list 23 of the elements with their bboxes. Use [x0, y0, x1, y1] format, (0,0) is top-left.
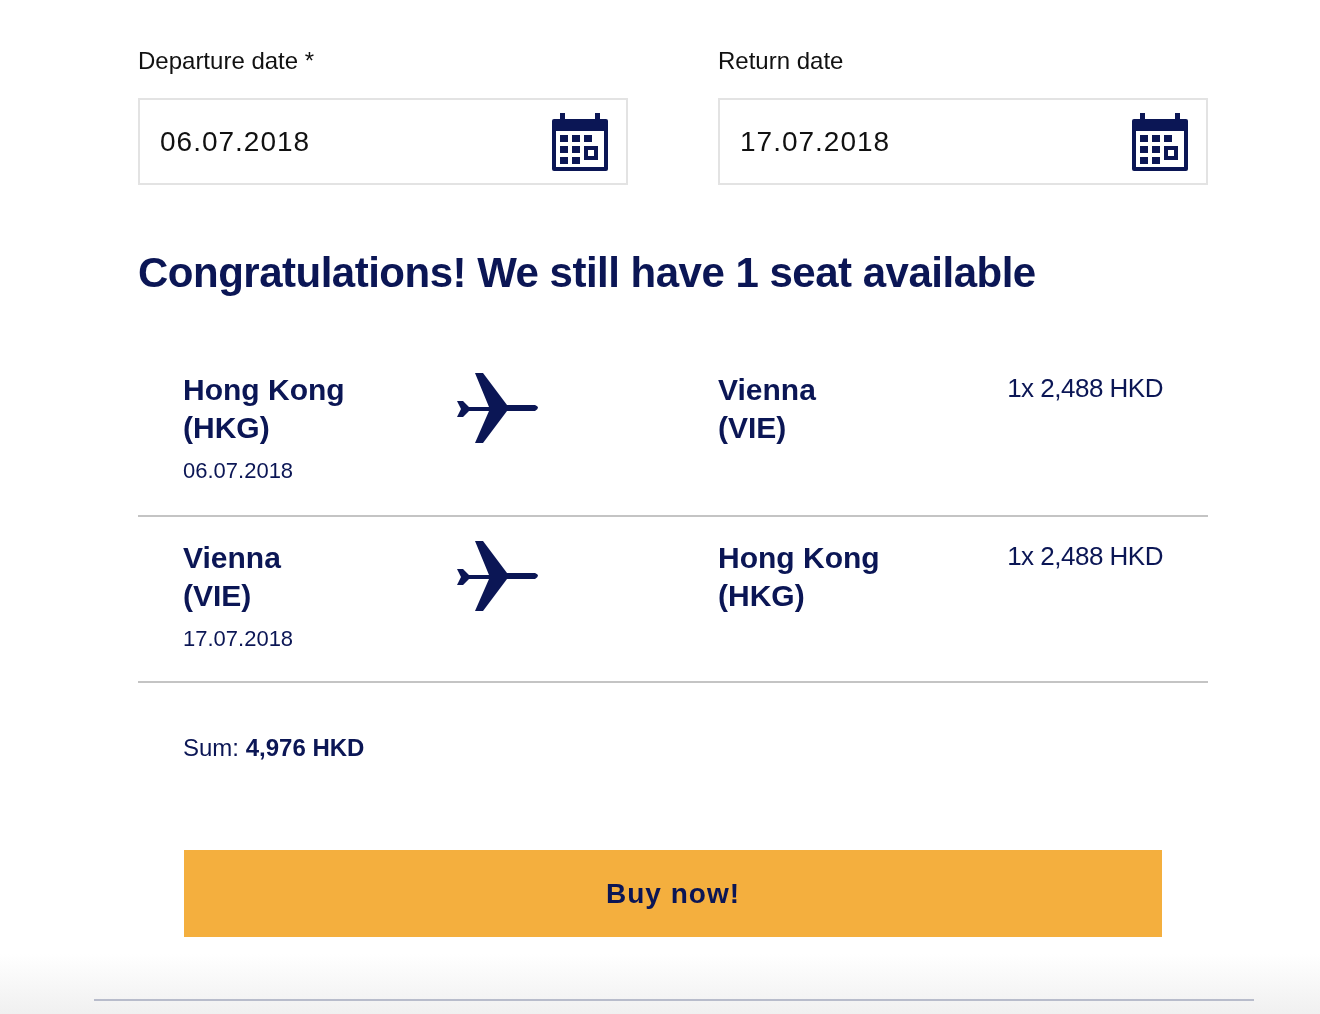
airport-code: (HKG): [183, 410, 270, 446]
airplane-icon: [455, 371, 541, 445]
city-name: Hong Kong: [718, 540, 880, 576]
flight-date: 06.07.2018: [183, 457, 294, 485]
city-name: Hong Kong: [183, 372, 345, 408]
calendar-icon[interactable]: [1132, 112, 1188, 171]
city-name: Vienna: [718, 372, 816, 408]
flight-date: 17.07.2018: [183, 625, 294, 653]
price: 1x 2,488 HKD: [1007, 372, 1163, 405]
airport-code: (VIE): [718, 410, 787, 446]
date-field[interactable]: 06.07.2018: [138, 98, 628, 185]
field-label: Return date: [718, 46, 844, 76]
buy-button[interactable]: Buy now!: [184, 850, 1162, 937]
date-field[interactable]: 17.07.2018: [718, 98, 1208, 185]
city-name: Vienna: [183, 540, 281, 576]
calendar-icon[interactable]: [552, 112, 608, 171]
field-label: Departure date *: [138, 46, 315, 76]
airplane-icon: [455, 539, 541, 613]
heading: Congratulations! We still have 1 seat available: [138, 248, 1037, 298]
airport-code: (VIE): [183, 578, 252, 614]
airport-code: (HKG): [718, 578, 805, 614]
price: 1x 2,488 HKD: [1007, 540, 1163, 573]
sum-text: Sum: 4,976 HKD: [183, 734, 365, 761]
